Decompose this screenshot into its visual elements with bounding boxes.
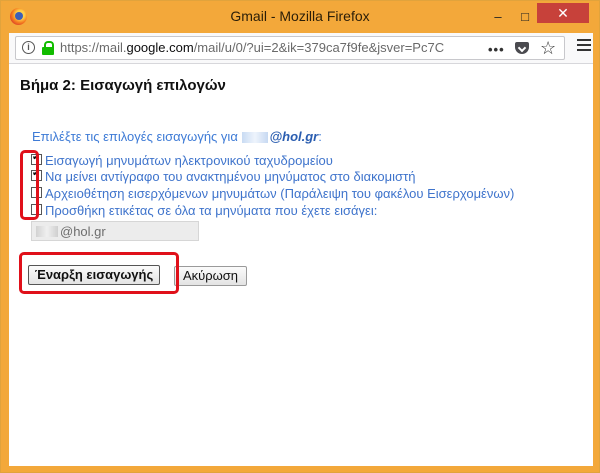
redacted-username bbox=[242, 132, 269, 144]
intro-colon: : bbox=[318, 129, 322, 144]
page-actions-menu-icon[interactable]: ••• bbox=[488, 42, 505, 57]
cancel-button[interactable]: Ακύρωση bbox=[174, 266, 247, 286]
intro-label: Επιλέξτε τις επιλογές εισαγωγής για bbox=[32, 129, 242, 144]
label-name-field[interactable]: @hol.gr bbox=[31, 221, 199, 241]
option-label[interactable]: Προσθήκη ετικέτας σε όλα τα μηνύματα που… bbox=[45, 203, 377, 218]
url-prefix: https://mail. bbox=[60, 40, 127, 55]
url-actions: ••• ☆ bbox=[488, 38, 564, 59]
close-button[interactable]: ✕ bbox=[537, 3, 589, 23]
option-label[interactable]: Να μείνει αντίγραφο του ανακτημένου μηνύ… bbox=[45, 169, 415, 184]
intro-text: Επιλέξτε τις επιλογές εισαγωγής για @hol… bbox=[32, 129, 322, 144]
redacted-username bbox=[36, 226, 58, 237]
option-label[interactable]: Αρχειοθέτηση εισερχόμενων μηνυμάτων (Παρ… bbox=[45, 186, 514, 201]
maximize-button[interactable]: □ bbox=[512, 6, 538, 27]
url-text[interactable]: https://mail.google.com/mail/u/0/?ui=2&i… bbox=[60, 40, 444, 55]
url-rest: /mail/u/0/?ui=2&ik=379ca7f9fe&jsver=Pc7C bbox=[193, 40, 445, 55]
navigation-bar: i https://mail.google.com/mail/u/0/?ui=2… bbox=[9, 33, 593, 64]
info-icon[interactable]: i bbox=[22, 41, 35, 54]
bookmark-star-icon[interactable]: ☆ bbox=[540, 38, 556, 59]
page-title: Βήμα 2: Εισαγωγή επιλογών bbox=[20, 77, 226, 94]
label-field-value: @hol.gr bbox=[60, 224, 106, 239]
option-label[interactable]: Εισαγωγή μηνυμάτων ηλεκτρονικού ταχυδρομ… bbox=[45, 153, 333, 168]
browser-window: Gmail - Mozilla Firefox – □ ✕ i https://… bbox=[0, 0, 600, 473]
pocket-icon[interactable] bbox=[515, 42, 529, 54]
email-domain: @hol.gr bbox=[269, 129, 319, 144]
checkbox-highlight bbox=[20, 150, 39, 220]
lock-icon[interactable] bbox=[42, 41, 54, 55]
address-bar[interactable]: i https://mail.google.com/mail/u/0/?ui=2… bbox=[15, 36, 565, 60]
button-highlight bbox=[19, 252, 179, 294]
title-bar[interactable]: Gmail - Mozilla Firefox – □ ✕ bbox=[1, 1, 599, 32]
hamburger-menu-icon[interactable] bbox=[577, 39, 591, 53]
minimize-button[interactable]: – bbox=[485, 6, 511, 27]
page-content: Βήμα 2: Εισαγωγή επιλογών Επιλέξτε τις ε… bbox=[9, 64, 593, 466]
url-domain: google.com bbox=[126, 40, 194, 55]
